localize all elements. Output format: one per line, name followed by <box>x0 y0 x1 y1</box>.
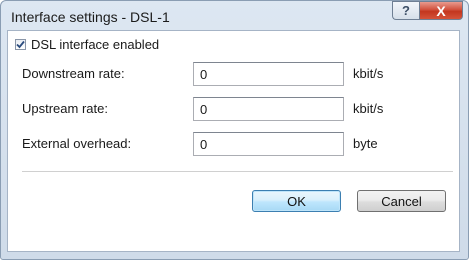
downstream-rate-unit: kbit/s <box>353 66 384 81</box>
separator-line <box>22 171 453 172</box>
downstream-rate-label: Downstream rate: <box>22 66 125 81</box>
help-icon: ? <box>402 3 410 18</box>
window-title: Interface settings - DSL-1 <box>11 9 170 25</box>
upstream-rate-unit: kbit/s <box>353 101 384 116</box>
external-overhead-input[interactable] <box>193 132 344 156</box>
downstream-rate-input[interactable] <box>193 62 344 86</box>
caption-buttons: ? X <box>392 1 463 21</box>
cancel-button[interactable]: Cancel <box>357 190 446 212</box>
close-icon: X <box>436 2 446 19</box>
upstream-rate-label: Upstream rate: <box>22 101 108 116</box>
checkmark-icon <box>16 40 25 49</box>
dsl-enabled-checkbox[interactable] <box>15 39 26 50</box>
external-overhead-unit: byte <box>353 136 378 151</box>
dsl-enabled-label: DSL interface enabled <box>31 37 160 52</box>
close-button[interactable]: X <box>419 1 463 20</box>
external-overhead-label: External overhead: <box>22 136 132 151</box>
help-button[interactable]: ? <box>392 1 419 20</box>
title-bar[interactable]: Interface settings - DSL-1 ? X <box>1 1 468 31</box>
upstream-rate-input[interactable] <box>193 97 344 121</box>
ok-button[interactable]: OK <box>252 190 341 212</box>
dsl-enabled-row[interactable]: DSL interface enabled <box>15 37 159 52</box>
